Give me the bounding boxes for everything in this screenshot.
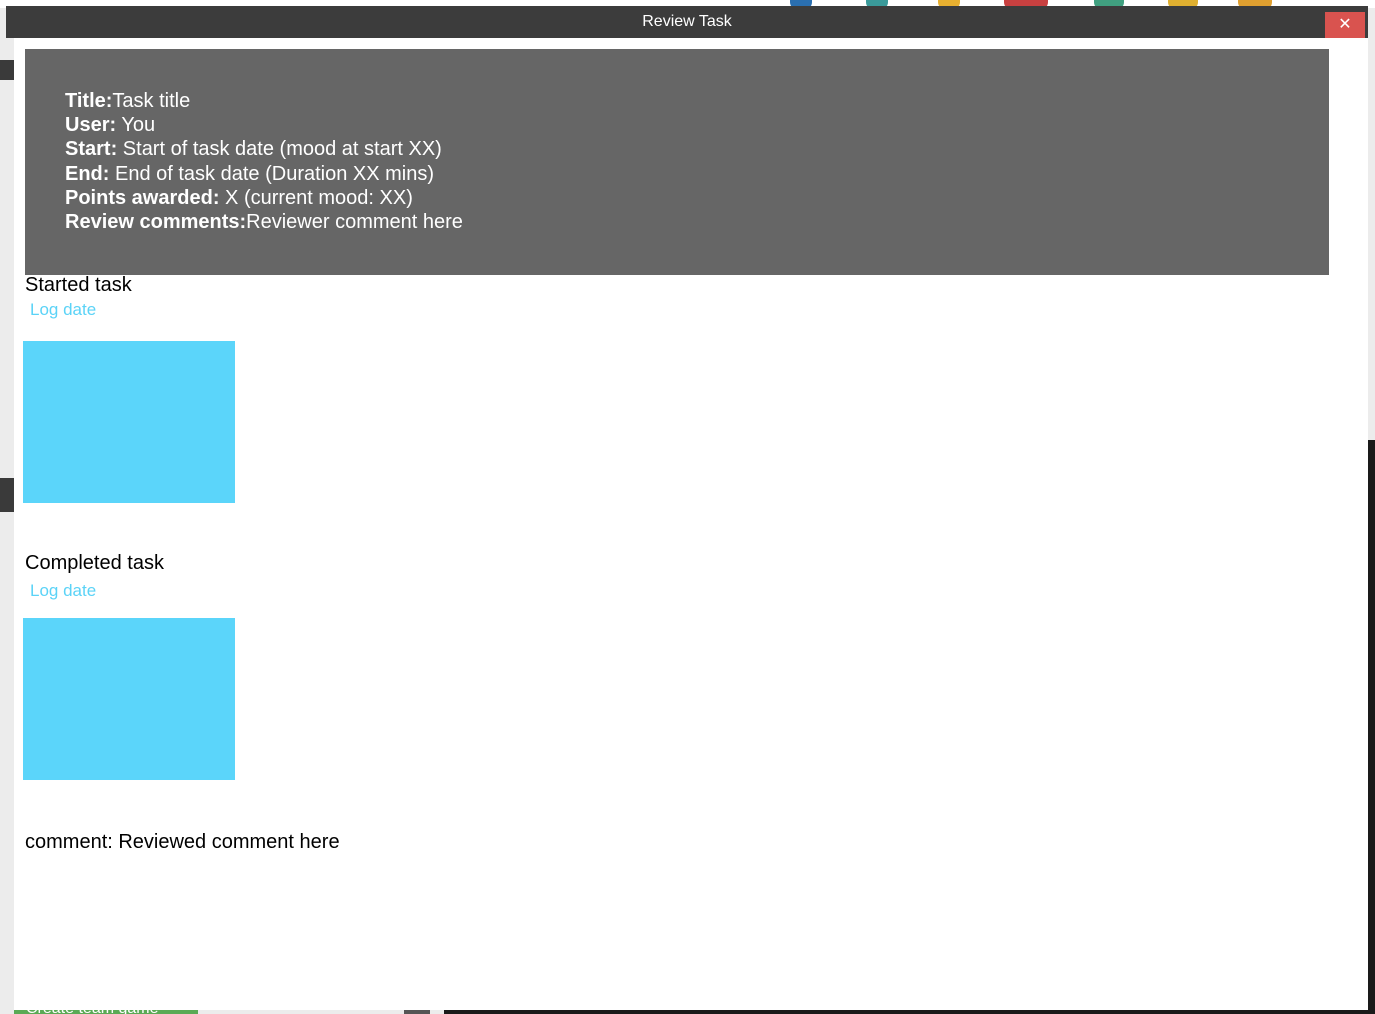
summary-user-row: User: You	[65, 113, 1329, 137]
summary-title-value: Task title	[112, 90, 191, 112]
close-button[interactable]: ✕	[1325, 12, 1365, 38]
completed-task-photo[interactable]	[23, 618, 235, 780]
summary-user-label: User:	[65, 114, 117, 137]
summary-end-row: End: End of task date (Duration XX mins)	[65, 162, 1329, 186]
log-heading-completed: Completed task	[25, 552, 164, 574]
log-date-link-started[interactable]: Log date	[30, 300, 96, 320]
summary-review-label: Review comments:	[65, 211, 247, 234]
summary-points-label: Points awarded:	[65, 186, 220, 209]
summary-start-value: Start of task date (mood at start XX)	[117, 138, 442, 161]
summary-start-row: Start: Start of task date (mood at start…	[65, 137, 1329, 161]
task-summary-panel: Title:Task title User: You Start: Start …	[25, 49, 1329, 275]
summary-title-label: Title:	[65, 90, 113, 112]
summary-review-value: Reviewer comment here	[246, 211, 463, 234]
review-comment: comment: Reviewed comment here	[25, 831, 340, 853]
summary-start-label: Start:	[65, 138, 118, 161]
summary-end-value: End of task date (Duration XX mins)	[109, 162, 435, 185]
summary-points-row: Points awarded: X (current mood: XX)	[65, 186, 1329, 210]
close-icon: ✕	[1338, 16, 1352, 33]
summary-title-row: Title:Task title	[65, 89, 1329, 113]
started-task-photo[interactable]	[23, 341, 235, 503]
summary-end-label: End:	[65, 162, 110, 185]
review-task-modal: Review Task Title:Task title User: You S…	[6, 6, 1368, 1010]
summary-review-row: Review comments:Reviewer comment here	[65, 210, 1329, 234]
log-heading-started: Started task	[25, 274, 132, 296]
summary-user-value: You	[116, 114, 156, 137]
modal-titlebar: Review Task	[6, 6, 1368, 38]
background-right-panel	[1368, 440, 1375, 1014]
modal-title: Review Task	[642, 13, 732, 30]
summary-points-value: X (current mood: XX)	[219, 186, 413, 209]
log-date-link-completed[interactable]: Log date	[30, 581, 96, 601]
